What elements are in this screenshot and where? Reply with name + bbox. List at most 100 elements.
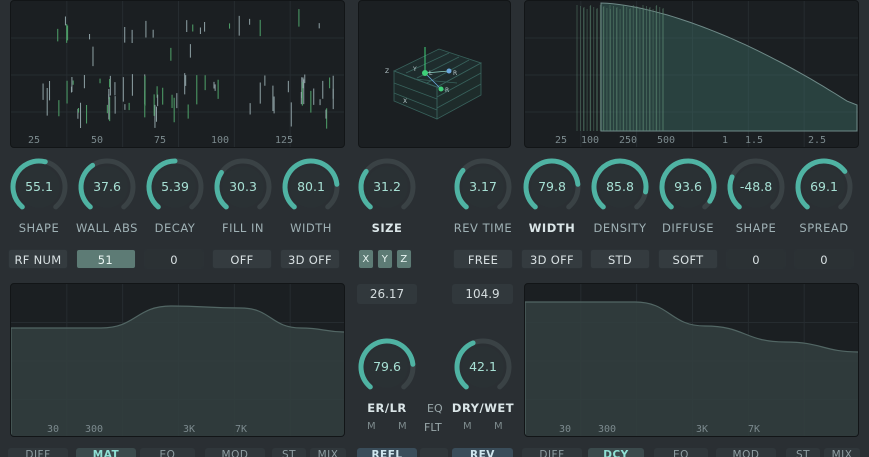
rf-num-button[interactable]: RF NUM <box>8 249 68 269</box>
scope-tick: 2.5 <box>808 135 827 146</box>
tab-st-left[interactable]: ST <box>272 448 306 457</box>
size-value: 31.2 <box>373 179 401 194</box>
offset-value[interactable]: 0 <box>144 249 204 269</box>
left-eq-curve <box>11 284 344 436</box>
scope-tick: 25 <box>555 135 568 146</box>
dry-wet-value: 42.1 <box>469 359 497 374</box>
tab-mix-left[interactable]: MIX <box>310 448 346 457</box>
eq-curve <box>11 305 344 436</box>
eq-tick: 30 <box>559 424 572 435</box>
m-label[interactable]: M <box>494 421 503 432</box>
early-reflections-scope: 25 50 75 100 125 <box>10 0 345 148</box>
spread-label: SPREAD <box>799 221 849 235</box>
decay-plot <box>525 1 858 147</box>
width-right-value: 79.8 <box>538 179 566 194</box>
shape-knob[interactable]: 55.1 <box>9 157 69 217</box>
density-knob[interactable]: 85.8 <box>590 157 650 217</box>
density-value: 85.8 <box>606 179 634 194</box>
shape-value: 55.1 <box>25 179 53 194</box>
axis-label: X <box>403 98 407 105</box>
tab-refl[interactable]: REFL <box>357 448 417 457</box>
tab-mix-right[interactable]: MIX <box>824 448 860 457</box>
scope-tick: 1 <box>722 135 729 146</box>
wall-abs-value: 37.6 <box>93 179 121 194</box>
room-3d-view[interactable]: Z Y L R X R <box>358 0 511 148</box>
width-left-value: 80.1 <box>297 179 325 194</box>
eq-tick: 300 <box>598 424 617 435</box>
rev-time-label: REV TIME <box>453 221 513 235</box>
er-lr-label: ER/LR <box>367 401 407 415</box>
tab-mod-right[interactable]: MOD <box>716 448 776 457</box>
left-3d-button[interactable]: 3D OFF <box>280 249 340 269</box>
std-button[interactable]: STD <box>590 249 650 269</box>
size-label: SIZE <box>371 221 403 235</box>
m-label[interactable]: M <box>367 421 376 432</box>
tab-center-link[interactable] <box>420 448 448 457</box>
scope-tick: 100 <box>581 135 600 146</box>
rev-time-value: 3.17 <box>469 179 497 194</box>
tab-st-right[interactable]: ST <box>786 448 820 457</box>
axis-label: Y <box>412 66 417 73</box>
width-right-knob[interactable]: 79.8 <box>522 157 582 217</box>
eq-tick: 30 <box>47 424 60 435</box>
left-eq-display[interactable]: 30 300 3K 7K <box>10 283 345 437</box>
axis-label: R <box>445 87 449 94</box>
eq-label: EQ <box>427 402 443 415</box>
reflections-plot <box>11 1 344 147</box>
axis-label: R <box>453 70 457 77</box>
tab-diff-left[interactable]: DIFF <box>8 448 68 457</box>
scope-tick: 1.5 <box>745 135 764 146</box>
x-axis-button[interactable]: X <box>358 249 374 269</box>
dry-wet-knob[interactable]: 42.1 <box>453 337 513 397</box>
width-left-knob[interactable]: 80.1 <box>281 157 341 217</box>
right-3d-button[interactable]: 3D OFF <box>521 249 583 269</box>
shape-offset-value[interactable]: 0 <box>726 249 786 269</box>
tab-diff-right[interactable]: DIFF <box>522 448 582 457</box>
er-lr-knob[interactable]: 79.6 <box>357 337 417 397</box>
y-axis-button[interactable]: Y <box>377 249 393 269</box>
width-left-label: WIDTH <box>290 221 332 235</box>
time-value-box[interactable]: 104.9 <box>452 284 513 304</box>
rf-num-slider[interactable]: 51 <box>76 249 136 269</box>
wall-abs-knob[interactable]: 37.6 <box>77 157 137 217</box>
fill-in-knob[interactable]: 30.3 <box>213 157 273 217</box>
tab-eq-right[interactable]: EQ <box>654 448 708 457</box>
tab-dcy[interactable]: DCY <box>588 448 644 457</box>
scope-tick: 100 <box>211 135 230 146</box>
free-button[interactable]: FREE <box>453 249 513 269</box>
er-lr-value: 79.6 <box>373 359 401 374</box>
size-value-box[interactable]: 26.17 <box>357 284 417 304</box>
spread-value: 69.1 <box>810 179 838 194</box>
decay-knob[interactable]: 5.39 <box>145 157 205 217</box>
eq-tick: 7K <box>748 424 761 435</box>
spread-offset-value[interactable]: 0 <box>794 249 854 269</box>
tab-mod-left[interactable]: MOD <box>205 448 265 457</box>
fill-mode-button[interactable]: OFF <box>212 249 272 269</box>
right-eq-display[interactable]: 30 300 3K 7K <box>524 283 859 437</box>
diffuse-knob[interactable]: 93.6 <box>658 157 718 217</box>
scope-tick: 50 <box>91 135 104 146</box>
shape-right-knob[interactable]: -48.8 <box>726 157 786 217</box>
dry-wet-label: DRY/WET <box>451 401 515 415</box>
scope-tick: 500 <box>657 135 676 146</box>
rev-time-knob[interactable]: 3.17 <box>453 157 513 217</box>
eq-tick: 3K <box>696 424 709 435</box>
soft-button[interactable]: SOFT <box>658 249 718 269</box>
scope-tick: 250 <box>619 135 638 146</box>
tab-eq-left[interactable]: EQ <box>140 448 195 457</box>
diffuse-value: 93.6 <box>674 179 702 194</box>
z-axis-button[interactable]: Z <box>396 249 412 269</box>
m-label[interactable]: M <box>463 421 472 432</box>
scope-tick: 75 <box>154 135 167 146</box>
spread-knob[interactable]: 69.1 <box>794 157 854 217</box>
tab-rev[interactable]: REV <box>452 448 513 457</box>
tab-mat[interactable]: MAT <box>76 448 136 457</box>
axis-label: Z <box>385 68 389 75</box>
shape-right-value: -48.8 <box>739 179 773 194</box>
scope-tick: 25 <box>28 135 41 146</box>
size-knob[interactable]: 31.2 <box>357 157 417 217</box>
eq-tick: 300 <box>85 424 104 435</box>
reverb-decay-scope: 25 100 250 500 1 1.5 2.5 <box>524 0 859 148</box>
m-label[interactable]: M <box>398 421 407 432</box>
eq-tick: 7K <box>235 424 248 435</box>
